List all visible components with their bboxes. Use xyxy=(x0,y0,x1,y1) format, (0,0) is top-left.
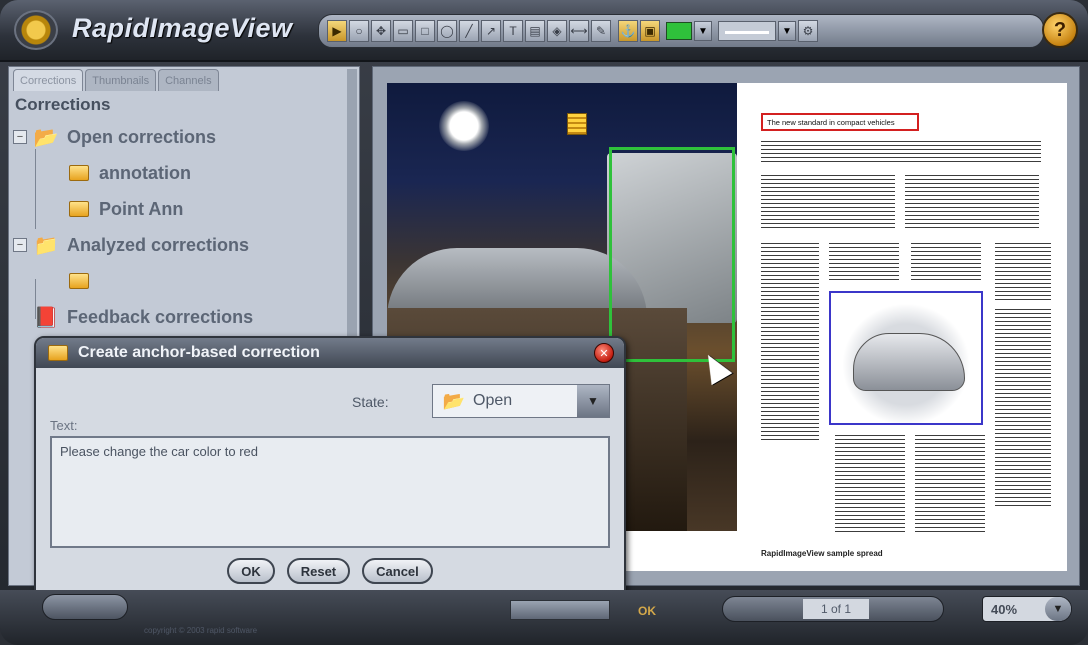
note-icon xyxy=(69,273,89,289)
note-icon xyxy=(69,201,89,217)
tree-node-label: Feedback corrections xyxy=(67,306,254,327)
tree-item-unnamed[interactable] xyxy=(13,263,353,299)
text-page: The new standard in compact vehicles Rap… xyxy=(751,83,1067,571)
tab-thumbnails[interactable]: Thumbnails xyxy=(85,69,157,91)
tab-channels[interactable]: Channels xyxy=(158,69,219,91)
dialog-buttons: OK Reset Cancel xyxy=(36,558,624,584)
text-icon[interactable]: T xyxy=(503,20,523,42)
intro-text xyxy=(761,141,1041,163)
note-icon xyxy=(69,165,89,181)
state-value: Open xyxy=(473,392,513,409)
app-title: RapidImageView xyxy=(72,13,293,43)
create-correction-dialog: Create anchor-based correction ✕ State: … xyxy=(34,336,626,598)
panel-tabs: Corrections Thumbnails Channels xyxy=(13,69,219,91)
correction-text-area[interactable]: Please change the car color to red xyxy=(50,436,610,548)
tree-node-feedback[interactable]: 📕 Feedback corrections xyxy=(13,299,353,335)
status-bar: copyright © 2003 rapid software OK 1 of … xyxy=(0,590,1088,645)
headline-annotation[interactable]: The new standard in compact vehicles xyxy=(761,113,919,131)
line-width-sample[interactable] xyxy=(718,21,776,41)
body-text-col1 xyxy=(761,175,895,231)
ok-button[interactable]: OK xyxy=(227,558,275,584)
zoom-value: 40% xyxy=(991,601,1018,617)
corrections-tree: − 📂 Open corrections annotation Point An… xyxy=(13,119,353,335)
tree-node-label: Analyzed corrections xyxy=(67,234,250,255)
collapse-icon[interactable]: − xyxy=(13,130,27,144)
body-text-col2 xyxy=(905,175,1039,231)
tree-item-point-ann[interactable]: Point Ann xyxy=(13,191,353,227)
tree-item-label: annotation xyxy=(99,162,191,183)
dialog-title-bar[interactable]: Create anchor-based correction ✕ xyxy=(36,338,624,368)
main-toolbar: ▶ ○ ✥ ▭ □ ◯ ╱ ↗ T ▤ ◈ ⟷ ✎ ⚓ ▣ ▼ ▼ ⚙ xyxy=(318,14,1044,48)
chevron-down-icon[interactable]: ▼ xyxy=(577,385,609,417)
tree-item-annotation[interactable]: annotation xyxy=(13,155,353,191)
tree-item-label: Point Ann xyxy=(99,198,184,219)
note-icon[interactable]: ▭ xyxy=(393,20,413,42)
dialog-title: Create anchor-based correction xyxy=(78,344,320,361)
tab-corrections[interactable]: Corrections xyxy=(13,69,84,91)
zoom-select[interactable]: 40% ▼ xyxy=(982,596,1072,622)
pan-icon[interactable]: ✥ xyxy=(371,20,391,42)
feedback-folder-icon: 📕 xyxy=(33,306,59,329)
anchor-icon[interactable]: ⚓ xyxy=(618,20,638,42)
rect-icon[interactable]: □ xyxy=(415,20,435,42)
body-text-col6 xyxy=(995,243,1051,303)
rect-annotation-green[interactable] xyxy=(609,147,735,362)
arrow-icon[interactable]: ↗ xyxy=(481,20,501,42)
eye-logo-icon xyxy=(14,10,58,50)
status-ok: OK xyxy=(638,604,656,618)
tree-node-label: Open corrections xyxy=(67,126,217,147)
body-text-col5 xyxy=(911,243,981,283)
open-folder-icon: 📂 xyxy=(442,390,466,411)
settings-icon[interactable]: ⚙ xyxy=(798,20,818,42)
page-navigator[interactable]: 1 of 1 xyxy=(722,596,944,622)
street-lamp xyxy=(439,101,489,151)
body-text-col8 xyxy=(835,435,905,535)
pen-icon[interactable]: ✎ xyxy=(591,20,611,42)
comment-icon[interactable]: ▣ xyxy=(640,20,660,42)
body-text-col4 xyxy=(829,243,899,283)
state-select[interactable]: 📂 Open ▼ xyxy=(432,384,610,418)
car-image-annotation[interactable] xyxy=(829,291,983,425)
line-dropdown-arrow-icon[interactable]: ▼ xyxy=(778,21,796,41)
app-window: RapidImageView ▶ ○ ✥ ▭ □ ◯ ╱ ↗ T ▤ ◈ ⟷ ✎… xyxy=(0,0,1088,645)
pointer-icon[interactable]: ▶ xyxy=(327,20,347,42)
line-icon[interactable]: ╱ xyxy=(459,20,479,42)
footer-text: RapidImageView sample spread xyxy=(761,549,883,558)
color-swatch[interactable] xyxy=(666,22,692,40)
state-label: State: xyxy=(352,394,389,410)
open-folder-icon: 📂 xyxy=(33,126,59,149)
zoom-icon[interactable]: ○ xyxy=(349,20,369,42)
tree-node-analyzed[interactable]: − 📁 Analyzed corrections xyxy=(13,227,353,263)
measure-icon[interactable]: ⟷ xyxy=(569,20,589,42)
ellipse-icon[interactable]: ◯ xyxy=(437,20,457,42)
help-button[interactable]: ? xyxy=(1042,12,1078,48)
body-text-col3 xyxy=(761,243,819,443)
stamp-icon[interactable]: ◈ xyxy=(547,20,567,42)
chevron-down-icon[interactable]: ▼ xyxy=(1045,597,1071,621)
collapse-icon[interactable]: − xyxy=(13,238,27,252)
tree-node-open[interactable]: − 📂 Open corrections xyxy=(13,119,353,155)
point-annotation-icon[interactable] xyxy=(567,113,587,135)
cancel-button[interactable]: Cancel xyxy=(362,558,433,584)
text-label: Text: xyxy=(50,418,78,433)
progress-bar xyxy=(510,600,610,620)
corrections-heading: Corrections xyxy=(15,95,111,114)
copyright-text: copyright © 2003 rapid software xyxy=(144,626,258,635)
note-icon xyxy=(48,345,68,361)
menu-button[interactable] xyxy=(42,594,128,620)
page-indicator: 1 of 1 xyxy=(803,599,869,619)
title-bar: RapidImageView ▶ ○ ✥ ▭ □ ◯ ╱ ↗ T ▤ ◈ ⟷ ✎… xyxy=(0,0,1088,62)
reset-button[interactable]: Reset xyxy=(286,558,351,584)
color-dropdown-arrow-icon[interactable]: ▼ xyxy=(694,21,712,41)
analyzed-folder-icon: 📁 xyxy=(33,234,59,257)
highlight-icon[interactable]: ▤ xyxy=(525,20,545,42)
close-icon[interactable]: ✕ xyxy=(594,343,614,363)
body-text-col7 xyxy=(995,309,1051,509)
body-text-col9 xyxy=(915,435,985,535)
